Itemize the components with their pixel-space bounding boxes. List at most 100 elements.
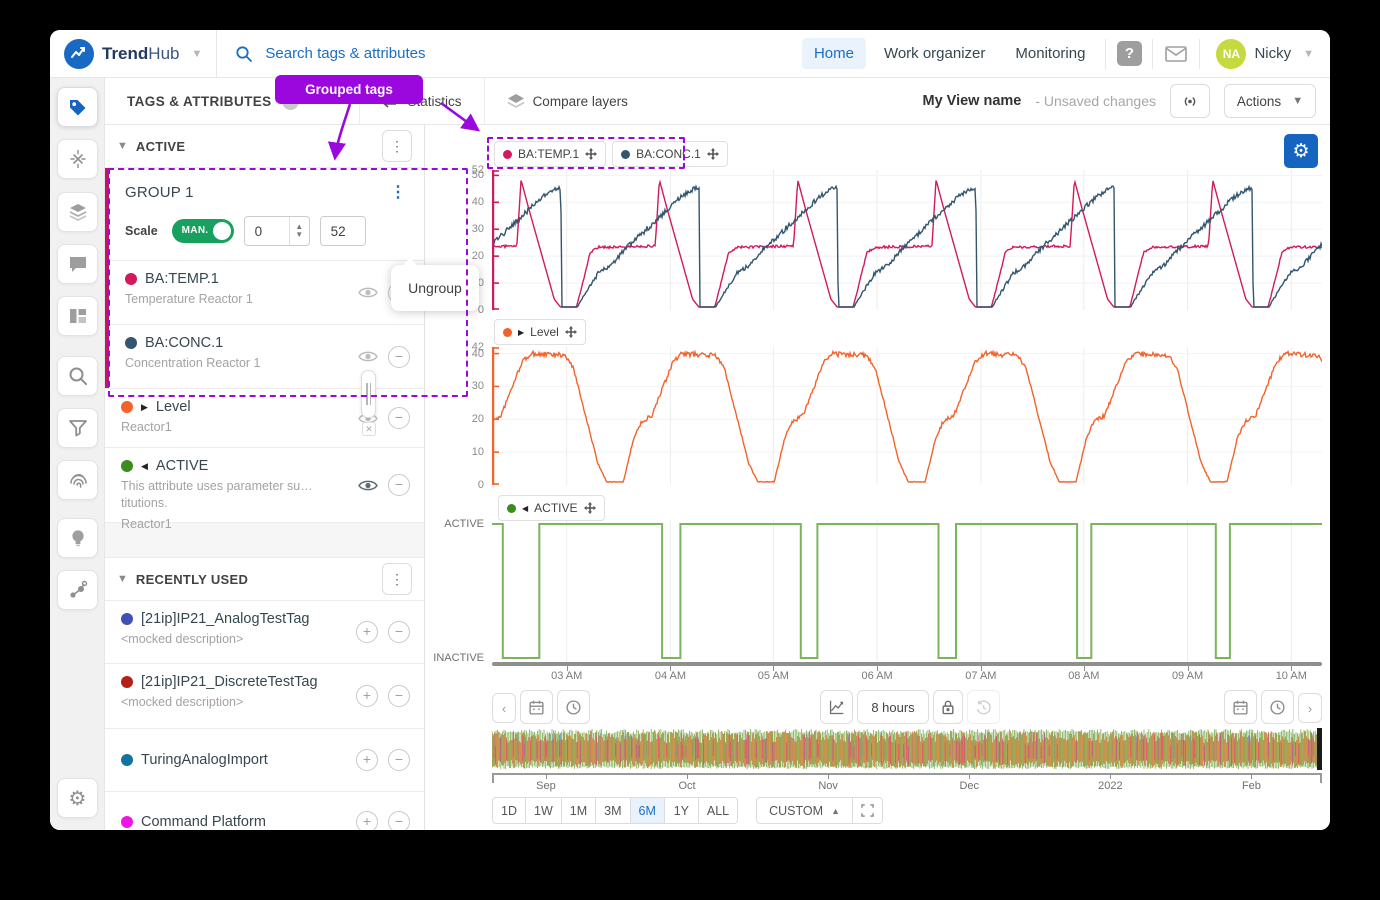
nav-home[interactable]: Home	[802, 38, 866, 69]
user-menu[interactable]: NA Nicky ▼	[1200, 39, 1330, 69]
layers-icon	[507, 93, 525, 109]
custom-range-button[interactable]: CUSTOM▲	[756, 797, 853, 824]
remove-circle-icon[interactable]: −	[388, 811, 410, 830]
scale-min-input[interactable]	[245, 217, 289, 245]
rail-formulas-button[interactable]	[57, 139, 98, 179]
range-3m-button[interactable]: 3M	[596, 797, 630, 824]
eye-icon[interactable]	[358, 350, 378, 363]
rail-dashboard-button[interactable]	[57, 296, 98, 336]
range-all-button[interactable]: ALL	[699, 797, 738, 824]
eye-icon[interactable]	[358, 286, 378, 299]
nav-work-organizer[interactable]: Work organizer	[872, 38, 997, 69]
add-circle-icon[interactable]: +	[356, 685, 378, 707]
recently-used-menu-button[interactable]: ⋮	[382, 563, 412, 595]
ungroup-menu-item[interactable]: Ungroup	[391, 265, 479, 311]
add-circle-icon[interactable]: +	[356, 621, 378, 643]
chart-settings-button[interactable]: ⚙	[1284, 134, 1318, 168]
actions-button[interactable]: Actions ▼	[1224, 84, 1316, 118]
tag-row-level[interactable]: ▶ Level Reactor1 −	[105, 389, 424, 447]
compressed-view-button[interactable]	[820, 690, 853, 724]
rail-settings-button[interactable]: ⚙	[57, 778, 98, 818]
rail-context-button[interactable]	[57, 570, 98, 610]
pan-left-button[interactable]: ‹	[492, 693, 516, 723]
app-logo[interactable]: TrendHub ▼	[50, 39, 216, 69]
tag-group: GROUP 1 ⋮ Scale MAN. ▲▼ Ungroup	[105, 168, 424, 388]
move-icon[interactable]	[584, 502, 596, 514]
timeline-overview-strip[interactable]	[492, 728, 1322, 770]
scale-mode-toggle[interactable]: MAN.	[172, 219, 234, 243]
calendar-start-button[interactable]	[520, 690, 553, 724]
group-menu-button[interactable]: ⋮	[384, 182, 412, 202]
tag-row-ba-temp[interactable]: BA:TEMP.1 Temperature Reactor 1 −	[109, 261, 424, 324]
compare-layers-button[interactable]: Compare layers	[484, 78, 650, 125]
range-1w-button[interactable]: 1W	[526, 797, 562, 824]
calendar-end-button[interactable]	[1224, 690, 1257, 724]
legend-chip-level[interactable]: ▶ Level	[494, 319, 586, 345]
fit-frame-button[interactable]	[853, 797, 883, 824]
recent-row-discrete-test[interactable]: [21ip]IP21_DiscreteTestTag <mocked descr…	[105, 664, 424, 728]
pan-right-button[interactable]: ›	[1298, 693, 1322, 723]
rail-tags-button[interactable]	[57, 87, 98, 127]
main-nav: Home Work organizer Monitoring	[802, 38, 1098, 69]
move-icon[interactable]	[585, 148, 597, 160]
panel-resize-handle[interactable]	[361, 370, 376, 418]
tag-row-active-attr[interactable]: ◀ ACTIVE This attribute uses parameter s…	[105, 448, 424, 522]
remove-circle-icon[interactable]: −	[388, 407, 410, 429]
remove-circle-icon[interactable]: −	[388, 621, 410, 643]
recent-row-turing-analog[interactable]: TuringAnalogImport + −	[105, 729, 424, 791]
live-broadcast-button[interactable]	[1170, 84, 1210, 118]
rail-recommendations-button[interactable]	[57, 518, 98, 558]
rail-layers-button[interactable]	[57, 192, 98, 232]
duration-button[interactable]: 8 hours	[857, 690, 929, 724]
nav-monitoring[interactable]: Monitoring	[1003, 38, 1097, 69]
recent-row-command-platform[interactable]: Command Platform + −	[105, 792, 424, 830]
avatar: NA	[1216, 39, 1246, 69]
global-search[interactable]	[217, 44, 802, 63]
add-circle-icon[interactable]: +	[356, 749, 378, 771]
clock-end-button[interactable]	[1261, 690, 1294, 724]
move-icon[interactable]	[707, 148, 719, 160]
chart2-y-axis-labels: 42403020100	[430, 347, 492, 485]
panel-close-button[interactable]: ✕	[362, 422, 376, 436]
chevron-down-icon[interactable]: ▼	[191, 48, 202, 60]
recent-row-analog-test[interactable]: [21ip]IP21_AnalogTestTag <mocked descrip…	[105, 601, 424, 663]
search-input[interactable]	[263, 44, 603, 63]
messages-button[interactable]	[1153, 46, 1199, 62]
temp-conc-chart[interactable]	[492, 170, 1322, 310]
legend-chip-active[interactable]: ◀ ACTIVE	[498, 495, 605, 521]
remove-circle-icon[interactable]: −	[388, 685, 410, 707]
stepper-arrows[interactable]: ▲▼	[289, 217, 309, 245]
rail-filter-button[interactable]	[57, 408, 98, 448]
tag-row-ba-conc[interactable]: BA:CONC.1 Concentration Reactor 1 −	[109, 325, 424, 388]
collapse-caret-icon[interactable]: ▼	[117, 573, 128, 585]
eye-icon[interactable]	[358, 479, 378, 492]
help-button[interactable]: ?	[1106, 41, 1152, 66]
rail-comments-button[interactable]	[57, 244, 98, 284]
x-axis-tick	[1251, 774, 1252, 779]
range-1m-button[interactable]: 1M	[562, 797, 596, 824]
range-1d-button[interactable]: 1D	[492, 797, 526, 824]
history-button[interactable]	[967, 690, 1000, 724]
legend-chip-ba-temp[interactable]: BA:TEMP.1	[494, 141, 606, 167]
range-1y-button[interactable]: 1Y	[665, 797, 699, 824]
level-chart[interactable]	[492, 347, 1322, 485]
remove-circle-icon[interactable]: −	[388, 474, 410, 496]
rail-search-button[interactable]	[57, 356, 98, 396]
rail-fingerprint-button[interactable]	[57, 460, 98, 500]
x-tick-label: 2022	[1098, 780, 1122, 792]
active-section-menu-button[interactable]: ⋮	[382, 130, 412, 162]
scale-min-input-group: ▲▼	[244, 216, 310, 246]
move-icon[interactable]	[565, 326, 577, 338]
remove-circle-icon[interactable]: −	[388, 749, 410, 771]
clock-start-button[interactable]	[557, 690, 590, 724]
series-color-dot	[503, 150, 512, 159]
active-digital-chart[interactable]	[492, 520, 1322, 662]
lock-duration-button[interactable]	[933, 690, 963, 724]
legend-chip-ba-conc[interactable]: BA:CONC.1	[612, 141, 728, 167]
remove-circle-icon[interactable]: −	[388, 346, 410, 368]
collapse-caret-icon[interactable]: ▼	[117, 140, 128, 152]
scale-max-input[interactable]	[321, 217, 365, 245]
app-window: TrendHub ▼ Home Work organizer Monitorin…	[50, 30, 1330, 830]
range-6m-button[interactable]: 6M	[631, 797, 665, 824]
add-circle-icon[interactable]: +	[356, 811, 378, 830]
